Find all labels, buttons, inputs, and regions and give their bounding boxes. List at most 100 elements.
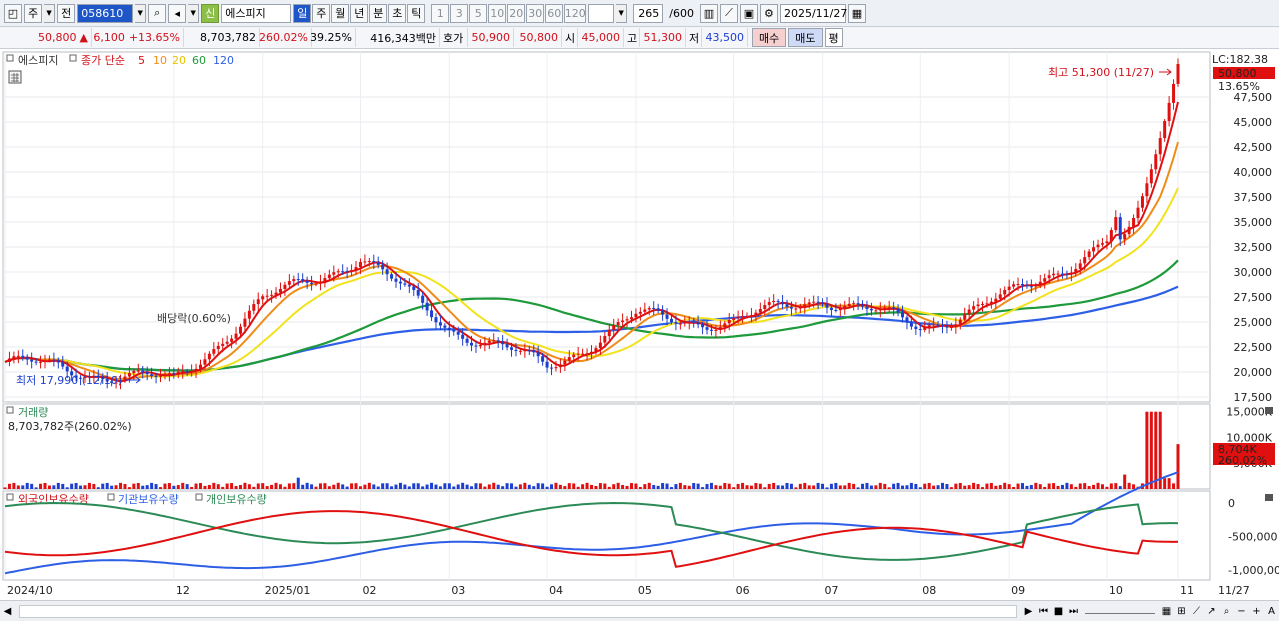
tab-period-year[interactable]: 년 <box>350 3 369 23</box>
volume-bar <box>981 487 984 489</box>
volume-bar <box>638 486 642 489</box>
price-tick-label: 40,000 <box>1234 166 1273 179</box>
volume-bar <box>607 486 611 489</box>
chevron-down-icon[interactable]: ▼ <box>44 3 56 23</box>
buy-button[interactable]: 매수 <box>752 28 787 47</box>
tab-period-month[interactable]: 월 <box>331 3 350 23</box>
volume-bar <box>1096 482 1100 489</box>
scroll-right-icon[interactable]: ▶ <box>1021 604 1036 619</box>
candle-body <box>807 302 811 305</box>
volume-bar <box>789 483 793 489</box>
volume-bar <box>798 483 802 489</box>
sound-icon[interactable]: ◂ <box>168 3 187 23</box>
interval-20[interactable]: 20 <box>507 3 526 23</box>
volume-bar <box>190 486 194 489</box>
candle-body <box>430 310 434 318</box>
first-page-icon[interactable]: ⏮ <box>1036 604 1051 619</box>
tab-period-second[interactable]: 초 <box>388 3 407 23</box>
interval-30[interactable]: 30 <box>526 3 545 23</box>
last-page-icon[interactable]: ⏭ <box>1066 604 1081 619</box>
volume-bar <box>989 483 993 489</box>
volume-bar <box>163 483 167 489</box>
candle-body <box>43 360 47 362</box>
volume-bar <box>96 487 100 489</box>
draw-line-icon[interactable]: ⟋ <box>1189 604 1204 619</box>
search-icon[interactable]: ⌕ <box>148 3 167 23</box>
candle-body <box>225 341 229 344</box>
candle-body <box>1132 218 1136 227</box>
grid-icon[interactable]: ▦ <box>1159 604 1174 619</box>
market-select[interactable]: 주 <box>24 3 43 23</box>
line-chart-icon[interactable]: ⟋ <box>719 3 738 23</box>
volume-bar <box>558 484 562 489</box>
interval-5[interactable]: 5 <box>469 3 488 23</box>
magnify-icon[interactable]: ⌕ <box>1219 604 1234 619</box>
holding-tick-label: -500,000 <box>1228 531 1277 544</box>
interval-60[interactable]: 60 <box>545 3 564 23</box>
close-icon[interactable] <box>1265 407 1273 414</box>
candle-icon[interactable]: ▥ <box>699 3 718 23</box>
candle-body <box>252 304 256 311</box>
interval-10[interactable]: 10 <box>488 3 507 23</box>
candle-body <box>363 261 367 263</box>
gear-icon[interactable]: ⚙ <box>759 3 778 23</box>
candle-body <box>594 348 598 352</box>
interval-3[interactable]: 3 <box>450 3 469 23</box>
candle-body <box>794 308 798 310</box>
interval-120[interactable]: 120 <box>564 3 587 23</box>
calendar-icon[interactable]: ▦ <box>847 3 866 23</box>
volume-bar <box>896 482 900 489</box>
stock-name-field[interactable]: 에스피지 <box>221 3 292 23</box>
volume-bar <box>430 482 434 489</box>
chevron-down-icon[interactable]: ▼ <box>188 3 200 23</box>
scroll-left-icon[interactable]: ◀ <box>0 604 15 619</box>
candle-body <box>963 314 967 320</box>
zoom-slider[interactable] <box>1085 608 1155 614</box>
candle-body <box>1105 241 1109 244</box>
scroll-track[interactable] <box>19 604 1017 618</box>
volume-bar <box>794 487 798 489</box>
interval-input[interactable] <box>588 3 615 23</box>
chevron-down-icon[interactable]: ▼ <box>616 3 628 23</box>
candle-body <box>61 362 65 367</box>
tab-period-minute[interactable]: 분 <box>369 3 388 23</box>
text-tool-icon[interactable]: A <box>1264 604 1279 619</box>
volume-bar <box>1092 484 1096 489</box>
candle-body <box>590 351 593 354</box>
save-icon[interactable]: ▣ <box>739 3 758 23</box>
volume-bar <box>723 483 727 489</box>
trend-icon[interactable]: ↗ <box>1204 604 1219 619</box>
volume-bar <box>1007 484 1011 489</box>
candle-body <box>265 295 269 297</box>
stop-icon[interactable]: ■ <box>1051 604 1066 619</box>
candle-body <box>772 300 776 303</box>
tab-period-day[interactable]: 일 <box>293 3 312 23</box>
crosshair-icon[interactable]: ⊞ <box>1174 604 1189 619</box>
interval-1[interactable]: 1 <box>431 3 450 23</box>
eval-button[interactable]: 평 <box>824 28 843 47</box>
volume-bar <box>590 484 593 489</box>
volume-bar <box>763 487 767 489</box>
candle-body <box>274 292 278 295</box>
candle-body <box>776 300 780 302</box>
count-input[interactable]: 265 <box>633 3 664 23</box>
tab-period-tick[interactable]: 틱 <box>407 3 426 23</box>
stock-code-input[interactable]: 058610 <box>77 3 134 23</box>
volume-bar <box>1056 485 1060 489</box>
date-input[interactable]: 2025/11/27 <box>779 3 847 23</box>
zoom-out-icon[interactable]: − <box>1234 604 1249 619</box>
tab-period-week[interactable]: 주 <box>312 3 331 23</box>
volume-bar <box>283 486 287 489</box>
stock-chart[interactable]: 에스피지 종가 단순 5 10 20 60 120 최고 51,300 (11/… <box>0 49 1279 621</box>
volume-bar <box>501 486 505 489</box>
volume-bar <box>167 483 171 489</box>
volume-bar <box>727 483 731 489</box>
volume-bar <box>1176 444 1180 489</box>
close-icon[interactable] <box>1265 494 1273 501</box>
zoom-in-icon[interactable]: + <box>1249 604 1264 619</box>
sell-button[interactable]: 매도 <box>788 28 823 47</box>
window-icon[interactable]: ◰ <box>4 3 22 23</box>
chevron-down-icon[interactable]: ▼ <box>135 3 147 23</box>
view-select[interactable]: 전 <box>57 3 76 23</box>
candle-body <box>701 324 705 328</box>
